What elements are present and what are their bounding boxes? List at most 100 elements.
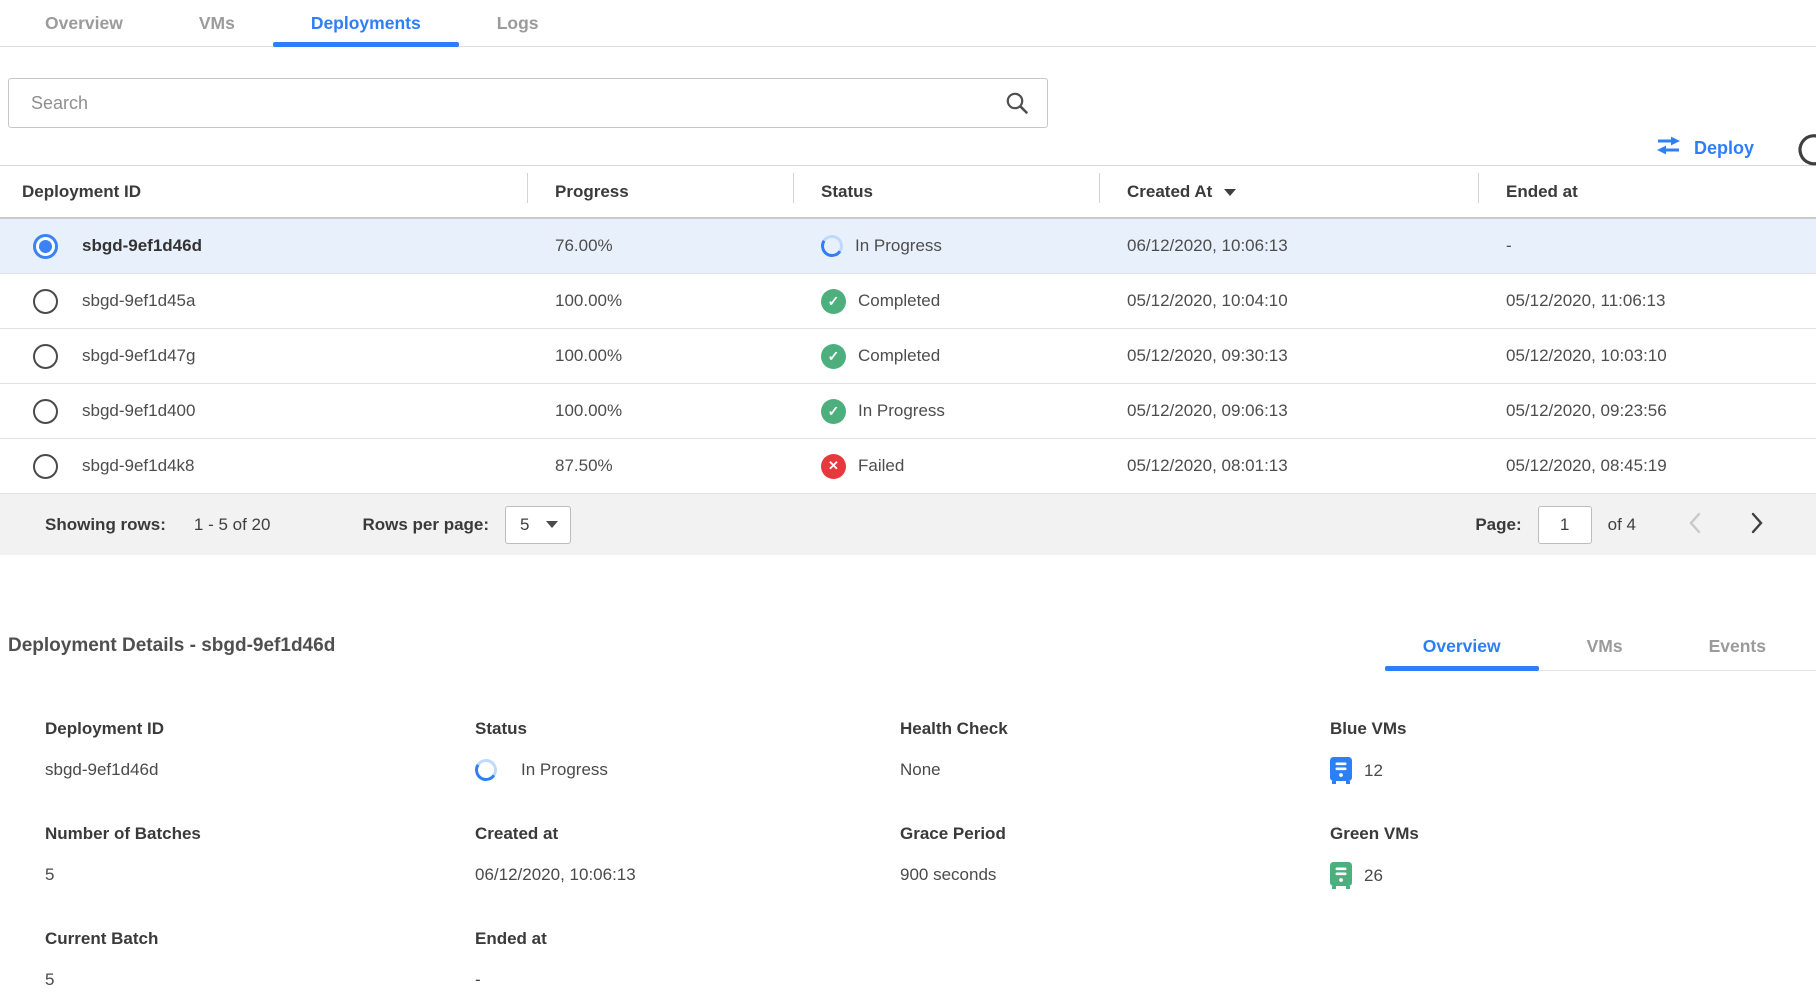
progress-value: 100.00% bbox=[527, 346, 793, 366]
page-total: of 4 bbox=[1608, 515, 1636, 535]
row-radio-button[interactable] bbox=[33, 454, 58, 479]
deployment-id: sbgd-9ef1d46d bbox=[82, 236, 202, 256]
status-label: Failed bbox=[858, 456, 904, 476]
page-input[interactable] bbox=[1538, 506, 1592, 544]
next-page-button[interactable] bbox=[1747, 508, 1768, 541]
status-icon bbox=[473, 757, 499, 783]
tab-logs[interactable]: Logs bbox=[497, 0, 539, 46]
field-value: 5 bbox=[45, 862, 475, 888]
field-value: 5 bbox=[45, 967, 475, 993]
field-label: Blue VMs bbox=[1330, 719, 1816, 739]
column-header-created-at[interactable]: Created At bbox=[1099, 166, 1478, 217]
table-row[interactable]: sbgd-9ef1d4k8 87.50% Failed 05/12/2020, … bbox=[0, 439, 1816, 494]
field-value: None bbox=[900, 757, 1330, 783]
field-label: Health Check bbox=[900, 719, 1330, 739]
field-grace-period: Grace Period 900 seconds bbox=[900, 824, 1330, 889]
details-tab-vms[interactable]: VMs bbox=[1587, 636, 1623, 657]
row-radio-button[interactable] bbox=[33, 289, 58, 314]
showing-rows-label: Showing rows: bbox=[45, 515, 166, 535]
deployment-id: sbgd-9ef1d47g bbox=[82, 346, 195, 366]
caret-down-icon bbox=[546, 521, 558, 528]
swap-arrows-icon bbox=[1655, 136, 1682, 160]
vm-icon bbox=[1330, 862, 1352, 889]
status-icon bbox=[821, 454, 846, 479]
search-icon bbox=[1004, 90, 1030, 121]
field-value: 26 bbox=[1364, 866, 1383, 886]
pagination-bar: Showing rows: 1 - 5 of 20 Rows per page:… bbox=[0, 494, 1816, 555]
field-blue-vms: Blue VMs 12 bbox=[1330, 719, 1816, 784]
column-header-deployment-id[interactable]: Deployment ID bbox=[0, 166, 527, 217]
rows-per-page-select[interactable]: 5 bbox=[505, 506, 571, 544]
status-icon bbox=[819, 233, 845, 259]
row-radio-button[interactable] bbox=[33, 399, 58, 424]
column-header-status[interactable]: Status bbox=[793, 166, 1099, 217]
table-header-row: Deployment ID Progress Status Created At… bbox=[0, 166, 1816, 219]
field-value: 900 seconds bbox=[900, 862, 1330, 888]
progress-value: 100.00% bbox=[527, 401, 793, 421]
deployment-id: sbgd-9ef1d4k8 bbox=[82, 456, 194, 476]
table-row[interactable]: sbgd-9ef1d400 100.00% In Progress 05/12/… bbox=[0, 384, 1816, 439]
sort-desc-icon bbox=[1224, 189, 1236, 196]
table-row[interactable]: sbgd-9ef1d47g 100.00% Completed 05/12/20… bbox=[0, 329, 1816, 384]
field-green-vms: Green VMs 26 bbox=[1330, 824, 1816, 889]
progress-value: 76.00% bbox=[527, 236, 793, 256]
created-at-value: 05/12/2020, 10:04:10 bbox=[1099, 291, 1478, 311]
deployments-table: Deployment ID Progress Status Created At… bbox=[0, 165, 1816, 555]
column-header-progress[interactable]: Progress bbox=[527, 166, 793, 217]
tab-deployments[interactable]: Deployments bbox=[311, 0, 421, 46]
field-value: sbgd-9ef1d46d bbox=[45, 757, 475, 783]
row-radio-button[interactable] bbox=[33, 344, 58, 369]
deployment-details-section: Deployment Details - sbgd-9ef1d46d Overv… bbox=[0, 619, 1816, 993]
column-header-created-at-label: Created At bbox=[1127, 182, 1212, 202]
progress-value: 100.00% bbox=[527, 291, 793, 311]
row-radio-button[interactable] bbox=[33, 234, 58, 259]
ended-at-value: - bbox=[1478, 236, 1816, 256]
deploy-button-label: Deploy bbox=[1694, 138, 1754, 159]
field-health-check: Health Check None bbox=[900, 719, 1330, 784]
tab-vms[interactable]: VMs bbox=[199, 0, 235, 46]
status-label: Completed bbox=[858, 346, 940, 366]
vm-icon bbox=[1330, 757, 1352, 784]
deploy-button[interactable]: Deploy bbox=[1655, 136, 1754, 160]
field-label: Number of Batches bbox=[45, 824, 475, 844]
rows-per-page-label: Rows per page: bbox=[362, 515, 489, 535]
field-label: Status bbox=[475, 719, 900, 739]
field-value: 06/12/2020, 10:06:13 bbox=[475, 862, 900, 888]
tab-overview[interactable]: Overview bbox=[45, 0, 123, 46]
deployment-details-title: Deployment Details - sbgd-9ef1d46d bbox=[8, 635, 335, 671]
field-current-batch: Current Batch 5 bbox=[45, 929, 475, 993]
status-icon bbox=[821, 344, 846, 369]
ended-at-value: 05/12/2020, 09:23:56 bbox=[1478, 401, 1816, 421]
field-label: Current Batch bbox=[45, 929, 475, 949]
top-tab-bar: Overview VMs Deployments Logs bbox=[0, 0, 1816, 47]
field-created-at: Created at 06/12/2020, 10:06:13 bbox=[475, 824, 900, 889]
field-value: 12 bbox=[1364, 761, 1383, 781]
details-tab-overview[interactable]: Overview bbox=[1423, 636, 1501, 657]
table-row[interactable]: sbgd-9ef1d45a 100.00% Completed 05/12/20… bbox=[0, 274, 1816, 329]
field-label: Ended at bbox=[475, 929, 900, 949]
field-value: In Progress bbox=[521, 760, 608, 780]
chevron-left-icon bbox=[1688, 522, 1701, 537]
created-at-value: 05/12/2020, 09:06:13 bbox=[1099, 401, 1478, 421]
prev-page-button[interactable] bbox=[1684, 508, 1705, 541]
page-label: Page: bbox=[1475, 515, 1521, 535]
field-value: - bbox=[475, 967, 900, 993]
status-label: In Progress bbox=[858, 401, 945, 421]
search-wrap bbox=[8, 78, 1048, 128]
field-label: Created at bbox=[475, 824, 900, 844]
details-tab-events[interactable]: Events bbox=[1709, 636, 1766, 657]
created-at-value: 05/12/2020, 08:01:13 bbox=[1099, 456, 1478, 476]
field-label: Grace Period bbox=[900, 824, 1330, 844]
created-at-value: 05/12/2020, 09:30:13 bbox=[1099, 346, 1478, 366]
field-status: Status In Progress bbox=[475, 719, 900, 784]
rows-per-page-value: 5 bbox=[520, 515, 529, 535]
search-input[interactable] bbox=[8, 78, 1048, 128]
column-header-ended-at[interactable]: Ended at bbox=[1478, 166, 1816, 217]
ended-at-value: 05/12/2020, 11:06:13 bbox=[1478, 291, 1816, 311]
chevron-right-icon bbox=[1751, 522, 1764, 537]
table-row[interactable]: sbgd-9ef1d46d 76.00% In Progress 06/12/2… bbox=[0, 219, 1816, 274]
status-icon bbox=[821, 399, 846, 424]
details-tab-bar: Overview VMs Events bbox=[1385, 636, 1816, 671]
deployment-id: sbgd-9ef1d400 bbox=[82, 401, 195, 421]
field-ended-at: Ended at - bbox=[475, 929, 900, 993]
